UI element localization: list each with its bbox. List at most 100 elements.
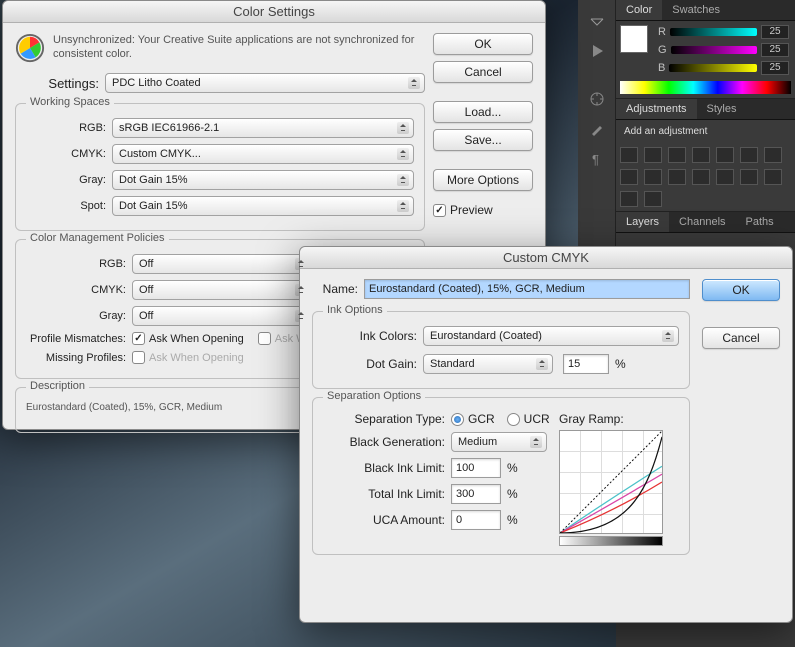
ws-cmyk-label: CMYK: [26,148,112,160]
foreground-swatch[interactable] [620,25,648,53]
save-button[interactable]: Save... [433,129,533,151]
black-limit-input[interactable]: 100 [451,458,501,478]
slider-b[interactable] [669,64,757,72]
description-legend: Description [26,380,89,392]
ink-colors-popup[interactable]: Eurostandard (Coated) [423,326,679,346]
collapse-icon[interactable] [586,10,608,32]
separation-group: Separation Options Separation Type: GCR … [312,397,690,555]
adj-icon[interactable] [692,169,710,185]
adj-icon[interactable] [764,147,782,163]
ws-spot-popup[interactable]: Dot Gain 15% [112,196,414,216]
adj-icon[interactable] [716,147,734,163]
pol-cmyk-popup[interactable]: Off [132,280,312,300]
ask-open-missing-text: Ask When Opening [149,352,244,364]
black-gen-popup[interactable]: Medium [451,432,547,452]
slider-r[interactable] [670,28,757,36]
total-limit-label: Total Ink Limit: [323,487,451,501]
text-icon[interactable]: ¶ [586,148,608,170]
channel-label-b: B [658,62,665,74]
pol-gray-popup[interactable]: Off [132,306,312,326]
ws-spot-label: Spot: [26,200,112,212]
ws-rgb-label: RGB: [26,122,112,134]
adj-icon[interactable] [740,169,758,185]
color-settings-title: Color Settings [3,1,545,23]
adj-icon[interactable] [644,147,662,163]
adj-icon[interactable] [620,169,638,185]
ws-gray-popup[interactable]: Dot Gain 15% [112,170,414,190]
cmyk-cancel-button[interactable]: Cancel [702,327,780,349]
tool-strip: ¶ [578,0,616,250]
ws-rgb-popup[interactable]: sRGB IEC61966-2.1 [112,118,414,138]
svg-text:¶: ¶ [592,152,599,167]
adj-icon[interactable] [692,147,710,163]
value-r[interactable]: 25 [761,25,789,39]
adj-icon[interactable] [620,147,638,163]
ucr-radio-label: UCR [524,412,550,426]
tab-paths[interactable]: Paths [736,212,784,232]
tab-styles[interactable]: Styles [697,99,747,119]
tab-color[interactable]: Color [616,0,662,20]
gcr-radio[interactable] [451,413,464,426]
slider-g[interactable] [671,46,757,54]
gray-ramp-chart [559,430,663,534]
uca-input[interactable]: 0 [451,510,501,530]
play-icon[interactable] [586,40,608,62]
compass-icon[interactable] [586,88,608,110]
policies-legend: Color Management Policies [26,232,169,244]
name-input[interactable]: Eurostandard (Coated), 15%, GCR, Medium [364,279,690,299]
dot-gain-input[interactable]: 15 [563,354,609,374]
tab-channels[interactable]: Channels [669,212,735,232]
brush-icon[interactable] [586,118,608,140]
ucr-radio[interactable] [507,413,520,426]
tab-swatches[interactable]: Swatches [662,0,730,20]
tab-adjustments[interactable]: Adjustments [616,99,697,119]
adj-icon[interactable] [764,169,782,185]
panel-tabs-adjust: Adjustments Styles [616,99,795,120]
mismatch-label: Profile Mismatches: [26,333,132,345]
gray-ramp-gradient [559,536,663,546]
custom-cmyk-title: Custom CMYK [300,247,792,269]
ws-gray-label: Gray: [26,174,112,186]
ws-cmyk-popup[interactable]: Custom CMYK... [112,144,414,164]
adj-icon[interactable] [644,169,662,185]
ok-button[interactable]: OK [433,33,533,55]
ask-paste-mismatch-checkbox[interactable] [258,332,271,345]
value-g[interactable]: 25 [761,43,789,57]
working-spaces-group: Working Spaces RGB:sRGB IEC61966-2.1 CMY… [15,103,425,231]
channel-label-r: R [658,26,666,38]
ink-colors-label: Ink Colors: [323,329,423,343]
adj-icon[interactable] [644,191,662,207]
adj-icon[interactable] [668,147,686,163]
adj-icon[interactable] [668,169,686,185]
preview-checkbox[interactable] [433,204,446,217]
cmyk-ok-button[interactable]: OK [702,279,780,301]
name-label: Name: [312,282,364,296]
adj-icon[interactable] [740,147,758,163]
ink-options-legend: Ink Options [323,304,387,316]
hue-strip[interactable] [620,81,791,94]
adjustment-icons [616,143,795,211]
panel-tabs-layers: Layers Channels Paths [616,212,795,233]
ask-open-missing-checkbox[interactable] [132,351,145,364]
gray-ramp-label: Gray Ramp: [559,412,679,426]
total-limit-input[interactable]: 300 [451,484,501,504]
adj-icon[interactable] [716,169,734,185]
pol-cmyk-label: CMYK: [26,284,132,296]
panel-tabs-color: Color Swatches [616,0,795,21]
value-b[interactable]: 25 [761,61,789,75]
uca-label: UCA Amount: [323,513,451,527]
working-spaces-legend: Working Spaces [26,96,114,108]
sep-type-label: Separation Type: [323,412,451,426]
more-options-button[interactable]: More Options [433,169,533,191]
black-gen-label: Black Generation: [323,435,451,449]
ask-open-mismatch-checkbox[interactable] [132,332,145,345]
tab-layers[interactable]: Layers [616,212,669,232]
dot-gain-popup[interactable]: Standard [423,354,553,374]
settings-popup[interactable]: PDC Litho Coated [105,73,425,93]
adj-icon[interactable] [620,191,638,207]
channel-label-g: G [658,44,667,56]
ink-options-group: Ink Options Ink Colors: Eurostandard (Co… [312,311,690,389]
load-button[interactable]: Load... [433,101,533,123]
cancel-button[interactable]: Cancel [433,61,533,83]
pol-rgb-popup[interactable]: Off [132,254,312,274]
